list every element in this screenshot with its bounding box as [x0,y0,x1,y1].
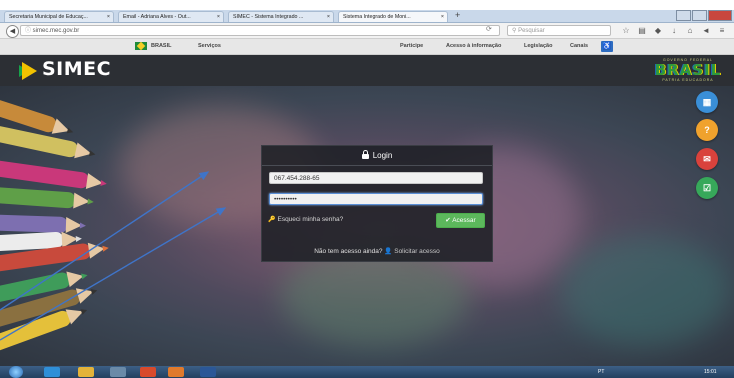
bookmark-star-icon[interactable]: ☆ [618,25,634,36]
gov-servicos-link[interactable]: Serviços [198,39,221,54]
pencil-green [0,186,94,210]
browser-tab-sistema-active[interactable]: Sistema Integrado de Moni... × [338,11,448,22]
home-icon[interactable]: ⌂ [682,25,698,36]
simec-logo-text: SIMEC [42,58,112,80]
close-window-button[interactable] [708,10,732,21]
tab-close-icon[interactable]: × [441,12,444,22]
taskbar-ie-icon[interactable] [44,367,60,377]
brazil-flag-icon [135,42,147,50]
acessar-label: Acessar [452,217,476,224]
gov-participe-link[interactable]: Participe [400,39,423,54]
download-icon[interactable]: ↓ [666,25,682,36]
tab-label: SIMEC - Sistema Integrado ... [233,14,304,20]
request-access-label: Solicitar acesso [394,248,440,255]
back-arrow-icon[interactable]: ◀ [6,25,19,38]
taskbar-word-icon[interactable] [200,367,216,377]
acessar-button[interactable]: ✔ Acessar [436,213,485,228]
forgot-password-label: Esqueci minha senha? [277,216,344,223]
windows-start-button[interactable] [9,366,23,378]
government-bar: BRASIL Serviços Participe Acesso à infor… [0,39,734,55]
browser-tab-simec[interactable]: SIMEC - Sistema Integrado ... × [228,11,334,22]
pencil-magenta [0,158,108,192]
hero-background: Login 067.454.288-65 •••••••••• 🔑 Esqueci… [0,86,734,366]
browser-toolbar-icons: ☆ ▤ ◆ ↓ ⌂ ◄ ≡ [618,25,730,36]
login-panel: Login 067.454.288-65 •••••••••• 🔑 Esqueci… [261,145,493,262]
check-square-icon[interactable]: ☑ [696,177,718,199]
browser-search-input[interactable]: ⚲ Pesquisar [507,25,611,36]
chat-icon[interactable]: ✉ [696,148,718,170]
login-heading: Login [262,150,492,160]
tab-label: Secretaria Municipal de Educaç... [9,14,88,20]
system-tray: PT [598,366,604,378]
taskbar-folder-icon[interactable] [78,367,94,377]
login-title-text: Login [372,151,393,160]
screen-top-strip [0,0,734,10]
password-input[interactable]: •••••••••• [269,193,483,205]
apps-menu-icon[interactable]: ▦ [696,91,718,113]
pocket-icon[interactable]: ◆ [650,25,666,36]
taskbar-chrome-icon[interactable] [140,367,156,377]
url-text: simec.mec.gov.br [32,28,80,34]
taskbar-clock: 15:01 [704,369,717,375]
taskbar-firefox-icon[interactable] [168,367,184,377]
new-tab-button[interactable]: + [455,10,460,21]
windows-taskbar: PT 15:01 [0,366,734,378]
request-access-link[interactable]: 👤 Solicitar acesso [384,248,439,255]
browser-tab-bar: Secretaria Municipal de Educaç... × Emai… [0,10,734,23]
send-icon[interactable]: ◄ [698,25,714,36]
tab-label: Sistema Integrado de Moni... [343,14,411,20]
tab-close-icon[interactable]: × [107,12,110,22]
gov-brasil-link[interactable]: BRASIL [151,39,171,54]
pencil-purple [0,214,87,234]
menu-icon[interactable]: ≡ [714,25,730,36]
address-bar[interactable]: ⓘ simec.mec.gov.br [20,25,500,36]
language-indicator: PT [598,369,605,375]
help-icon[interactable]: ? [696,119,718,141]
window-controls [675,10,732,21]
info-icon: ⓘ [25,28,33,34]
tab-close-icon[interactable]: × [217,12,220,22]
taskbar-app-icon[interactable] [110,367,126,377]
gov-acesso-informacao-link[interactable]: Acesso à informação [446,39,501,54]
reload-icon[interactable]: ⟳ [486,25,492,33]
checkmark-icon: ✔ [445,217,451,224]
background-glow [560,236,730,346]
no-access-row: Não tem acesso ainda? 👤 Solicitar acesso [262,247,492,255]
user-icon: 👤 [384,248,393,255]
simec-header: SIMEC GOVERNO FEDERAL BRASIL PATRIA EDUC… [0,55,734,86]
no-access-text: Não tem acesso ainda? [314,248,383,255]
maximize-button[interactable] [692,10,707,21]
browser-tab-secretaria[interactable]: Secretaria Municipal de Educaç... × [4,11,114,22]
browser-nav-bar: ◀ ⓘ simec.mec.gov.br ⟳ ⚲ Pesquisar ☆ ▤ ◆… [0,23,734,39]
cpf-input[interactable]: 067.454.288-65 [269,172,483,184]
gov-canais-link[interactable]: Canais [570,39,588,54]
search-placeholder: Pesquisar [518,28,545,34]
accessibility-icon[interactable]: ♿ [601,41,613,52]
tab-close-icon[interactable]: × [327,12,330,22]
reading-list-icon[interactable]: ▤ [634,25,650,36]
gov-legislacao-link[interactable]: Legislação [524,39,552,54]
brasil-patria-educadora-logo: GOVERNO FEDERAL BRASIL PATRIA EDUCADORA [649,58,727,82]
key-icon: 🔑 [268,217,276,223]
browser-tab-email[interactable]: Email - Adriana Alves - Out... × [118,11,224,22]
lock-icon [361,150,369,159]
brasil-logo-word: BRASIL [654,61,722,79]
tab-label: Email - Adriana Alves - Out... [123,14,191,20]
forgot-password-link[interactable]: 🔑 Esqueci minha senha? [268,216,343,223]
simec-logo-arrow-icon [22,62,37,80]
login-divider [262,165,492,166]
minimize-button[interactable] [676,10,691,21]
